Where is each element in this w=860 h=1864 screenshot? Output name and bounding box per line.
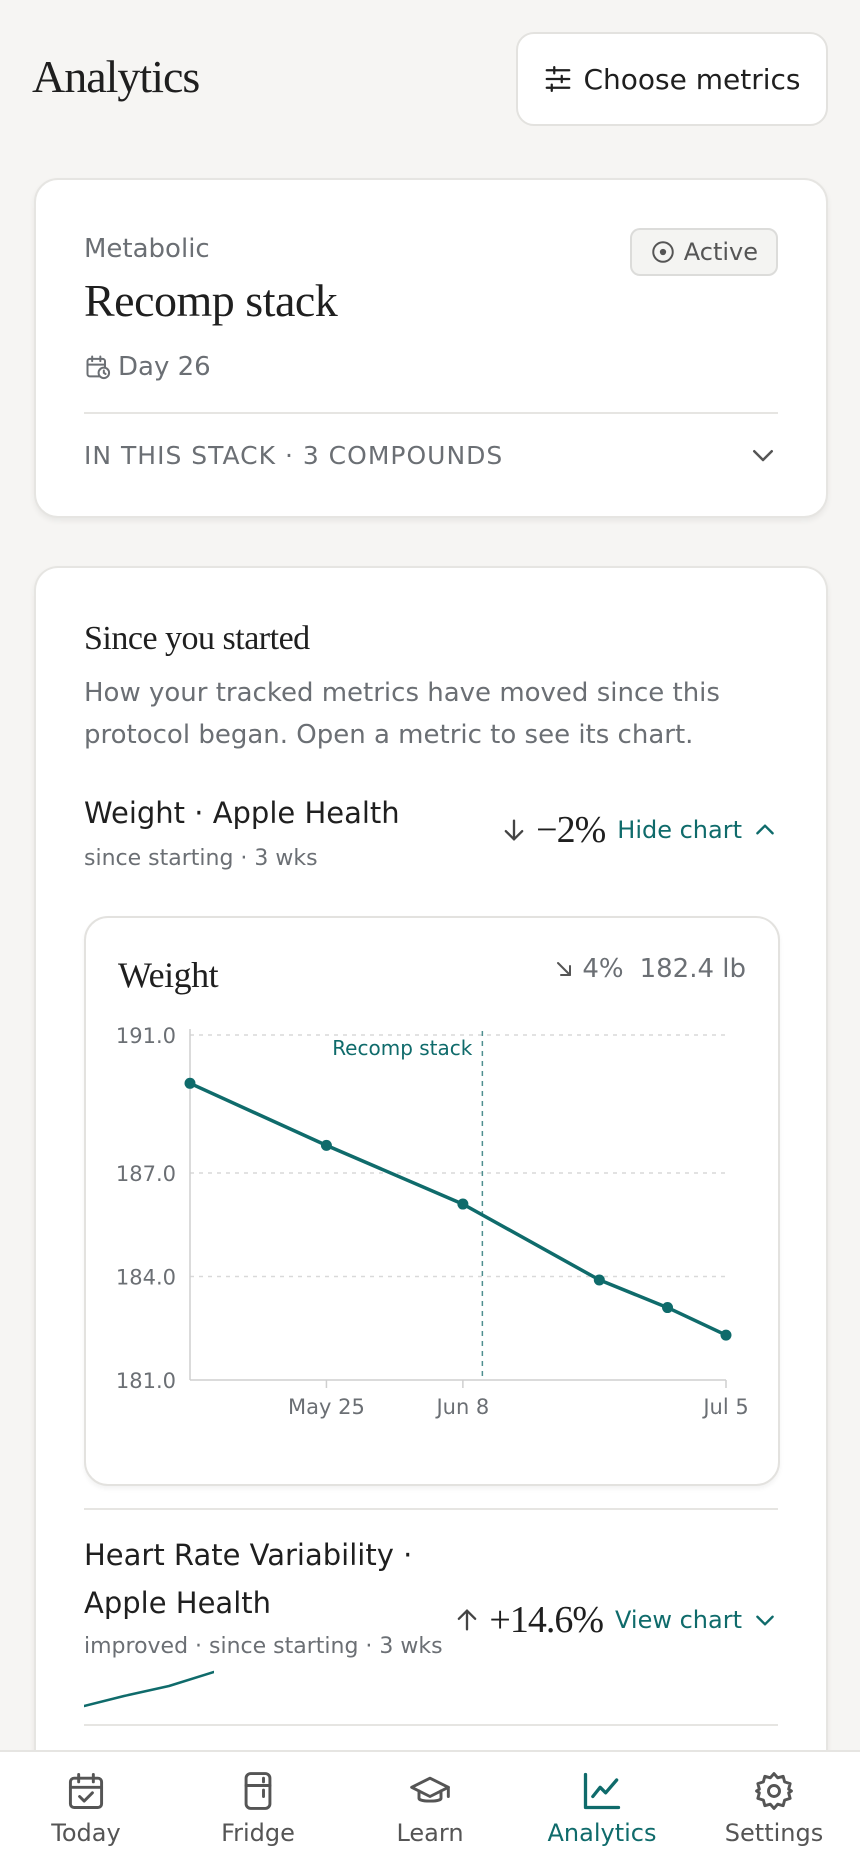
metric-title-hrv: Heart Rate Variability ·	[84, 1538, 413, 1572]
data-point	[457, 1198, 469, 1210]
since-started-card: Since you started How your tracked metri…	[34, 566, 828, 1864]
sliders-icon	[546, 66, 571, 92]
x-tick-label: Jun 8	[434, 1395, 489, 1419]
compounds-toggle[interactable]: IN THIS STACK · 3 COMPOUNDS	[84, 430, 778, 480]
metric-summary-weight: −2% Hide chart	[500, 808, 778, 852]
weight-delta: −2%	[500, 808, 606, 852]
chevron-down-icon	[753, 450, 773, 462]
data-point	[662, 1302, 674, 1314]
metric-subtitle-hrv: improved · since starting · 3 wks	[84, 1634, 443, 1659]
metric-subtitle-weight: since starting · 3 wks	[84, 846, 318, 871]
status-badge: Active	[629, 228, 778, 276]
series-line	[188, 1081, 728, 1337]
divider	[84, 412, 778, 414]
nav-learn-label: Learn	[396, 1819, 464, 1847]
stack-name: Recomp stack	[84, 275, 338, 326]
y-tick-label: 184.0	[116, 1266, 176, 1290]
day-counter: Day 26	[84, 352, 211, 382]
nav-settings[interactable]: Settings	[699, 1769, 849, 1847]
fridge-icon	[244, 1772, 272, 1810]
hide-chart-label: Hide chart	[617, 816, 742, 844]
y-tick-label: 181.0	[116, 1369, 176, 1393]
choose-metrics-button[interactable]: Choose metrics	[516, 32, 828, 126]
nav-settings-label: Settings	[724, 1819, 824, 1847]
data-point	[320, 1139, 332, 1151]
hrv-sparkline	[84, 1670, 214, 1708]
chevron-down-icon	[756, 1615, 774, 1626]
nav-today-label: Today	[51, 1819, 121, 1847]
compounds-label: IN THIS STACK · 3 COMPOUNDS	[84, 440, 504, 470]
graduation-cap-icon	[410, 1776, 450, 1803]
nav-analytics-label: Analytics	[547, 1819, 657, 1847]
section-title: Since you started	[84, 620, 310, 657]
weight-line-chart: 191.0 187.0 184.0 181.0 May 25 Jun 8 Jul 5 Reco…	[116, 1024, 749, 1419]
arrow-down-icon	[504, 819, 524, 841]
line-chart-icon	[583, 1772, 621, 1810]
page-header: Analytics Choose metrics	[32, 32, 828, 128]
view-chart-button[interactable]: View chart	[615, 1606, 778, 1634]
divider	[84, 1724, 778, 1726]
y-tick-label: 191.0	[116, 1024, 176, 1048]
divider	[84, 1508, 778, 1510]
nav-analytics[interactable]: Analytics	[527, 1769, 677, 1847]
metric-summary-hrv: +14.6% View chart	[453, 1598, 778, 1642]
nav-fridge[interactable]: Fridge	[183, 1769, 333, 1847]
gear-icon	[755, 1772, 793, 1810]
arrow-up-icon	[458, 1609, 477, 1631]
calendar-clock-icon	[86, 355, 111, 380]
view-chart-label: View chart	[615, 1606, 742, 1634]
x-tick-label: Jul 5	[701, 1395, 748, 1419]
stack-card: Metabolic Recomp stack Active Day 26 IN …	[34, 178, 828, 518]
x-tick-label: May 25	[288, 1395, 365, 1419]
weight-chart-card: Weight 4% 182.4 lb 191.0 187.0 184.0 181.0 M…	[84, 916, 780, 1486]
data-point	[593, 1274, 605, 1286]
nav-today[interactable]: Today	[11, 1769, 161, 1847]
bottom-nav: Today Fridge Learn Analytics Settings	[0, 1750, 860, 1864]
hrv-delta: +14.6%	[453, 1598, 604, 1642]
section-description: How your tracked metrics have moved sinc…	[84, 678, 720, 750]
page-title: Analytics	[32, 51, 200, 102]
hrv-delta-value: +14.6%	[489, 1599, 604, 1641]
stack-category: Metabolic	[84, 234, 210, 264]
nav-learn[interactable]: Learn	[355, 1769, 505, 1847]
metric-title-hrv-line2: Apple Health	[84, 1586, 271, 1620]
weight-delta-value: −2%	[536, 809, 606, 851]
active-dot-icon	[652, 241, 674, 263]
chevron-up-icon	[756, 824, 774, 835]
status-label: Active	[683, 238, 758, 266]
y-tick-label: 187.0	[116, 1162, 176, 1186]
annotation-label: Recomp stack	[332, 1036, 473, 1060]
data-point	[184, 1077, 196, 1089]
calendar-check-icon	[68, 1773, 104, 1809]
metric-title-weight: Weight · Apple Health	[84, 796, 400, 830]
day-label: Day 26	[118, 352, 211, 382]
data-point	[720, 1329, 732, 1341]
choose-metrics-label: Choose metrics	[583, 62, 801, 96]
nav-fridge-label: Fridge	[221, 1819, 295, 1847]
hide-chart-button[interactable]: Hide chart	[617, 816, 778, 844]
